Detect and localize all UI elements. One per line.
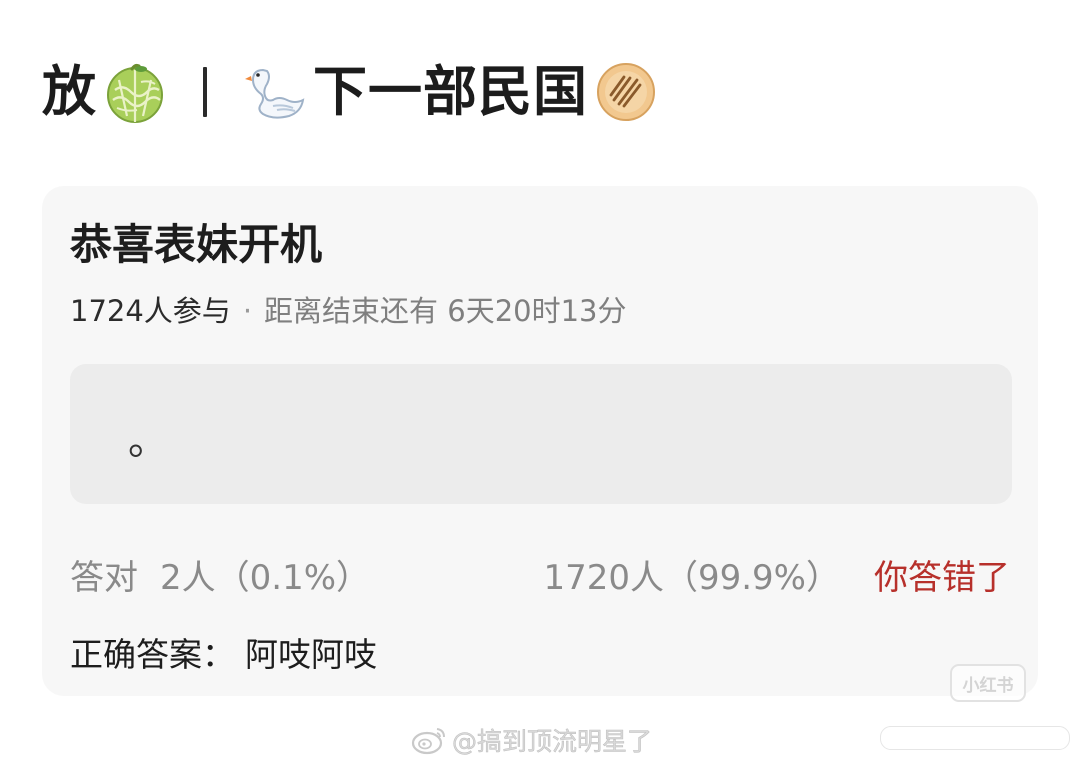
correct-answer: 正确答案： 阿吱阿吱 (70, 628, 377, 676)
post-header: 放 下一部民国 (42, 52, 664, 132)
correct-result: 答对 2人（0.1%） (70, 550, 370, 599)
quiz-option-text: 。 (128, 418, 168, 464)
flatbread-icon (594, 60, 658, 124)
answer-label: 正确答案： (70, 635, 235, 674)
header-text-left: 放 (42, 60, 97, 123)
post-screenshot: 放 下一部民国 恭喜表妹开机 1724人参与 · 距离结束还有 6天20时13分… (0, 0, 1080, 768)
weibo-handle: @搞到顶流明星了 (452, 727, 653, 757)
time-remaining: 距离结束还有 6天20时13分 (264, 294, 627, 328)
quiz-meta: 1724人参与 · 距离结束还有 6天20时13分 (70, 294, 627, 329)
watermark-bar (880, 726, 1070, 750)
correct-stat: 2人（0.1%） (160, 558, 371, 598)
quiz-card: 恭喜表妹开机 1724人参与 · 距离结束还有 6天20时13分 。 答对 2人（0.… (42, 186, 1038, 696)
weibo-watermark: @搞到顶流明星了 (410, 722, 652, 758)
quiz-option[interactable]: 。 (70, 364, 1012, 504)
answer-value: 阿吱阿吱 (245, 635, 377, 674)
wrong-verdict: 你答错了 (874, 558, 1010, 598)
meta-separator: · (242, 294, 253, 328)
header-separator (203, 67, 207, 117)
melon-icon (103, 60, 167, 124)
header-text-right: 下一部民国 (313, 60, 588, 123)
weibo-logo-icon (411, 728, 445, 755)
xiaohongshu-watermark: 小红书 (950, 664, 1026, 702)
swan-icon (243, 60, 307, 124)
participant-count: 1724人参与 (70, 294, 231, 328)
wrong-stat: 1720人（99.9%） (543, 558, 840, 598)
quiz-title: 恭喜表妹开机 (70, 220, 323, 269)
wrong-result: 1720人（99.9%） 你答错了 (543, 550, 1010, 599)
correct-label: 答对 (70, 558, 138, 598)
